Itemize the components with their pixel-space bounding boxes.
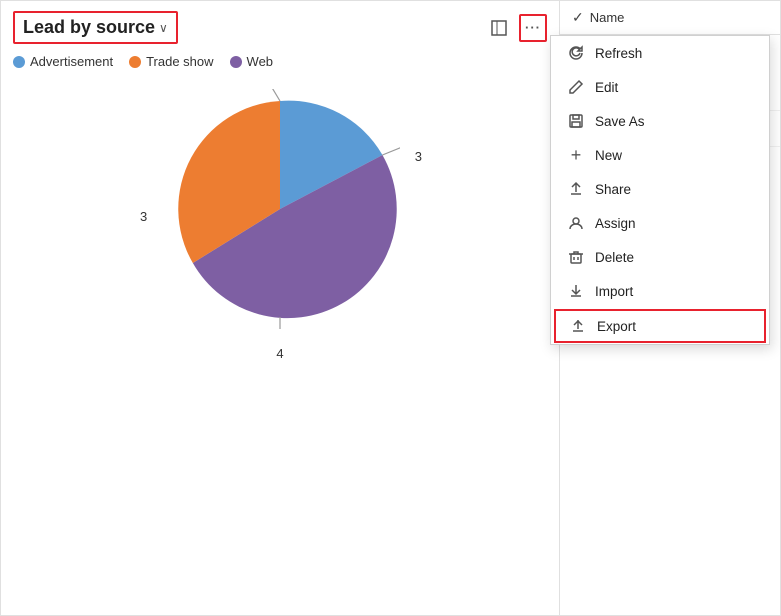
export-icon: [569, 317, 587, 335]
connector-top: [262, 89, 280, 101]
refresh-label: Refresh: [595, 46, 642, 61]
save-as-label: Save As: [595, 114, 645, 129]
pie-chart-svg: [160, 89, 400, 329]
legend-dot: [13, 56, 25, 68]
connector-right: [382, 143, 400, 155]
check-icon: ✓: [572, 9, 584, 26]
legend-item-trade-show: Trade show: [129, 54, 213, 69]
expand-icon: [490, 19, 508, 37]
assign-icon: [567, 214, 585, 232]
pie-label-right: 3: [415, 149, 422, 164]
share-icon: [567, 180, 585, 198]
menu-item-delete[interactable]: Delete: [551, 240, 769, 274]
menu-item-new[interactable]: + New: [551, 138, 769, 172]
pie-label-bottom: 4: [276, 346, 283, 361]
menu-item-import[interactable]: Import: [551, 274, 769, 308]
import-label: Import: [595, 284, 633, 299]
new-icon: +: [567, 146, 585, 164]
edit-label: Edit: [595, 80, 618, 95]
menu-item-assign[interactable]: Assign: [551, 206, 769, 240]
delete-label: Delete: [595, 250, 634, 265]
dropdown-menu: Refresh Edit Save As + New Share Assign Delete I…: [550, 35, 770, 345]
menu-item-save-as[interactable]: Save As: [551, 104, 769, 138]
title-dropdown-icon: ∨: [159, 21, 168, 35]
legend-item-advertisement: Advertisement: [13, 54, 113, 69]
delete-icon: [567, 248, 585, 266]
save-as-icon: [567, 112, 585, 130]
menu-item-share[interactable]: Share: [551, 172, 769, 206]
column-name-label: Name: [590, 10, 625, 25]
chart-actions: ···: [485, 14, 547, 42]
chart-legend: Advertisement Trade show Web: [13, 54, 547, 69]
pie-chart-container: 3 3 4: [13, 89, 547, 329]
legend-label: Advertisement: [30, 54, 113, 69]
import-icon: [567, 282, 585, 300]
refresh-icon: [567, 44, 585, 62]
more-options-button[interactable]: ···: [519, 14, 547, 42]
menu-item-refresh[interactable]: Refresh: [551, 36, 769, 70]
menu-item-export[interactable]: Export: [554, 309, 766, 343]
legend-dot: [230, 56, 242, 68]
chart-panel: Lead by source ∨ ··· Advertisement Trade …: [1, 1, 560, 615]
export-label: Export: [597, 319, 636, 334]
legend-dot: [129, 56, 141, 68]
pie-wrapper: 3 3 4: [160, 89, 400, 329]
menu-item-edit[interactable]: Edit: [551, 70, 769, 104]
legend-item-web: Web: [230, 54, 274, 69]
assign-label: Assign: [595, 216, 636, 231]
ellipsis-icon: ···: [525, 20, 541, 35]
edit-icon: [567, 78, 585, 96]
chart-title-area[interactable]: Lead by source ∨: [13, 11, 178, 44]
right-panel: ✓ Name Refresh Edit Save As + New Share Assign…: [560, 1, 780, 615]
legend-label: Web: [247, 54, 274, 69]
pie-label-left: 3: [140, 209, 147, 224]
share-label: Share: [595, 182, 631, 197]
chart-header: Lead by source ∨ ···: [13, 11, 547, 44]
legend-label: Trade show: [146, 54, 213, 69]
chart-title: Lead by source: [23, 17, 155, 38]
main-container: Lead by source ∨ ··· Advertisement Trade …: [0, 0, 781, 616]
new-label: New: [595, 148, 622, 163]
right-header: ✓ Name: [560, 1, 780, 35]
expand-button[interactable]: [485, 14, 513, 42]
